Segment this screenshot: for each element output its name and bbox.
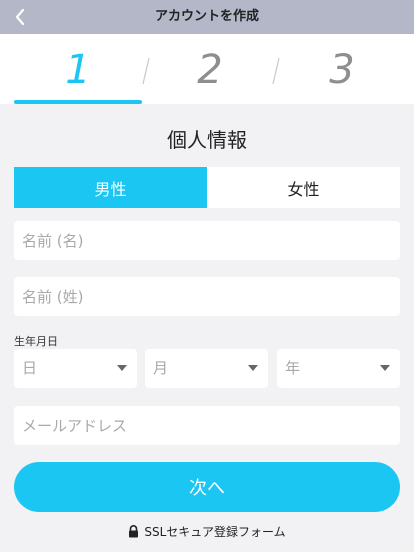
gender-female-option[interactable]: 女性 (207, 167, 400, 208)
dob-month-select[interactable]: 月 (145, 349, 268, 388)
email-input[interactable] (14, 406, 400, 445)
last-name-input[interactable] (14, 277, 400, 316)
ssl-notice: SSLセキュア登録フォーム (0, 521, 414, 541)
caret-down-icon (380, 365, 390, 371)
first-name-input[interactable] (14, 221, 400, 260)
gender-male-option[interactable]: 男性 (14, 167, 207, 208)
dob-year-select[interactable]: 年 (277, 349, 400, 388)
dob-day-value: 日 (22, 359, 38, 377)
lock-icon (129, 524, 139, 537)
dob-month-value: 月 (153, 359, 169, 377)
ssl-notice-text: SSLセキュア登録フォーム (144, 524, 286, 539)
dob-year-value: 年 (285, 359, 301, 377)
step-1: 1 (65, 47, 91, 93)
dob-day-select[interactable]: 日 (14, 349, 137, 388)
next-button[interactable]: 次へ (14, 462, 400, 512)
active-step-underline (14, 100, 142, 104)
caret-down-icon (117, 365, 127, 371)
top-bar: アカウントを作成 (0, 0, 414, 34)
step-3: 3 (329, 47, 355, 93)
step-2: 2 (197, 47, 223, 93)
step-indicator-bar: 1 2 3 (0, 34, 414, 104)
section-title: 個人情報 (167, 128, 247, 152)
caret-down-icon (248, 365, 258, 371)
page-title: アカウントを作成 (154, 9, 259, 24)
dob-label: 生年月日 (14, 335, 58, 348)
gender-toggle: 男性 女性 (14, 167, 400, 208)
